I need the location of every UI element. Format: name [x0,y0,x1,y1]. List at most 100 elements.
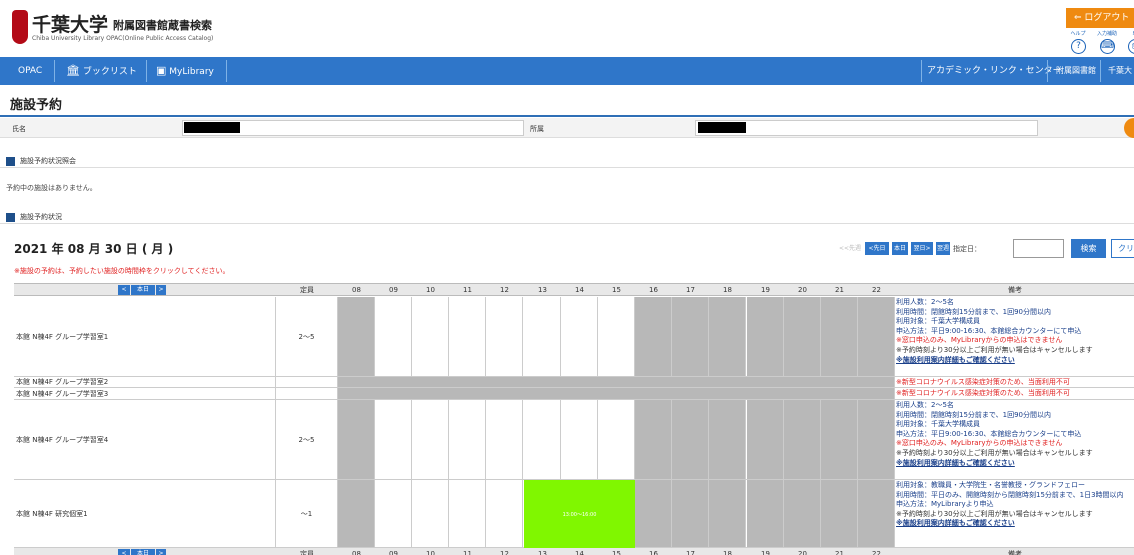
time-slot[interactable] [709,297,746,376]
nav-academic-link[interactable]: アカデミック・リンク・センター [927,57,1062,85]
time-slot[interactable] [449,480,486,547]
clear-button[interactable]: クリア [1111,239,1134,258]
logout-icon: ⇐ [1074,13,1085,23]
time-slot[interactable] [672,400,709,479]
time-slot[interactable] [338,400,375,479]
date-input[interactable] [1013,239,1064,258]
time-slot[interactable] [784,480,821,547]
logout-label: ログアウト [1084,13,1130,23]
time-slot[interactable] [709,400,746,479]
affiliation-label: 所属 [530,125,544,133]
time-slot[interactable] [412,400,449,479]
time-slot[interactable] [747,480,784,547]
facility-capacity [276,388,338,399]
time-slot[interactable] [449,297,486,376]
time-slot[interactable] [338,297,375,376]
input-assist-icon[interactable]: ⌨ [1100,39,1115,54]
facility-name[interactable]: 本館 N棟4F グループ学習室4 [14,400,276,479]
time-slot[interactable] [412,297,449,376]
print-icon[interactable]: ⎙ [1128,39,1134,54]
hour-header: 21 [835,550,844,555]
table-prev-button[interactable]: < [118,285,130,295]
prev-day-button[interactable]: <先日 [865,242,889,255]
time-slot[interactable] [486,400,523,479]
time-slot[interactable] [821,297,858,376]
time-slot[interactable] [486,480,523,547]
search-button[interactable]: 検索 [1071,239,1106,258]
remark-line[interactable]: ※施設利用案内詳細もご確認ください [896,356,1134,366]
capacity-header: 定員 [300,550,314,555]
section-status-title: 施設予約状況 [20,213,62,221]
prev-week-button[interactable]: <<先週 [838,242,862,255]
time-slot[interactable] [635,480,672,547]
time-slot[interactable] [784,297,821,376]
time-slot[interactable] [338,480,375,547]
hour-header: 18 [723,286,732,294]
remark-line[interactable]: ※施設利用案内詳細もご確認ください [896,459,1134,469]
page-title: 施設予約 [10,98,63,113]
nav-mylibrary[interactable]: ▣ MyLibrary [156,57,214,85]
time-slot[interactable] [561,297,598,376]
hour-header: 16 [649,286,658,294]
nav-library[interactable]: 附属図書館 [1056,57,1096,85]
time-slot[interactable] [821,400,858,479]
hour-header: 21 [835,286,844,294]
table-today-button[interactable]: 本日 [131,285,155,295]
time-slot[interactable] [784,400,821,479]
time-slot[interactable] [858,400,895,479]
time-slot[interactable] [598,297,635,376]
time-slot[interactable] [598,400,635,479]
next-day-button[interactable]: 翌日> [911,242,933,255]
nav-divider [1047,60,1048,82]
facility-name[interactable]: 本館 N棟4F グループ学習室3 [14,388,276,399]
time-slot[interactable] [709,480,746,547]
time-slot[interactable] [635,297,672,376]
facility-remarks: 利用対象：教職員・大学院生・名誉教授・グランドフェロー 利用時間：平日のみ、開館時… [896,480,1134,547]
time-slot[interactable] [524,400,561,479]
today-button[interactable]: 本日 [892,242,908,255]
input-assist-label[interactable]: 入力補助 [1092,30,1122,37]
table-prev-button[interactable]: < [118,549,130,555]
hour-header: 12 [500,286,509,294]
logout-button[interactable]: ⇐ ログアウト [1066,8,1134,28]
facility-name[interactable]: 本館 N棟4F グループ学習室1 [14,297,276,376]
next-week-button[interactable]: 翌週>> [936,242,950,255]
time-slot[interactable] [858,297,895,376]
facility-remarks: ※新型コロナウイルス感染症対策のため、当面利用不可 [896,377,1134,387]
time-slot[interactable] [747,297,784,376]
time-slot[interactable] [449,400,486,479]
help-icon[interactable]: ? [1071,39,1086,54]
logo-catalog-name[interactable]: 附属図書館蔵書検索 [113,17,212,33]
time-slot[interactable] [747,400,784,479]
time-slot[interactable] [561,400,598,479]
print-label[interactable]: 印 [1120,30,1134,37]
time-slot[interactable] [821,480,858,547]
facility-capacity: 2～5 [276,400,338,479]
table-next-button[interactable]: > [156,549,166,555]
time-slot[interactable] [635,400,672,479]
time-slot[interactable] [412,480,449,547]
help-label[interactable]: ヘルプ [1063,30,1093,37]
facility-name[interactable]: 本館 N棟4F グループ学習室2 [14,377,276,387]
logo-university-name[interactable]: 千葉大学 [32,10,108,37]
time-slot[interactable] [375,400,412,479]
time-slot[interactable] [672,480,709,547]
table-next-button[interactable]: > [156,285,166,295]
time-slot[interactable] [524,297,561,376]
hour-header: 22 [872,286,881,294]
nav-opac[interactable]: OPAC [18,57,42,85]
time-slot[interactable] [672,297,709,376]
time-slot[interactable] [486,297,523,376]
table-today-button[interactable]: 本日 [131,549,155,555]
facility-name[interactable]: 本館 N棟4F 研究個室1 [14,480,276,547]
date-input-label: 指定日： [953,245,981,253]
time-slot[interactable] [858,480,895,547]
booked-slot[interactable]: 13:00～16:00 [524,480,635,548]
time-slot[interactable] [375,480,412,547]
remark-line[interactable]: ※施設利用案内詳細もご確認ください [896,519,1134,529]
nav-chiba[interactable]: 千葉大 [1108,57,1132,85]
remark-line: 利用人数：2～5名 [896,298,954,306]
time-slot[interactable] [375,297,412,376]
nav-booklist[interactable]: 🏛 ブックリスト [66,57,137,85]
remark-line: ※予約時刻より30分以上ご利用が無い場合はキャンセルします [896,509,1093,518]
